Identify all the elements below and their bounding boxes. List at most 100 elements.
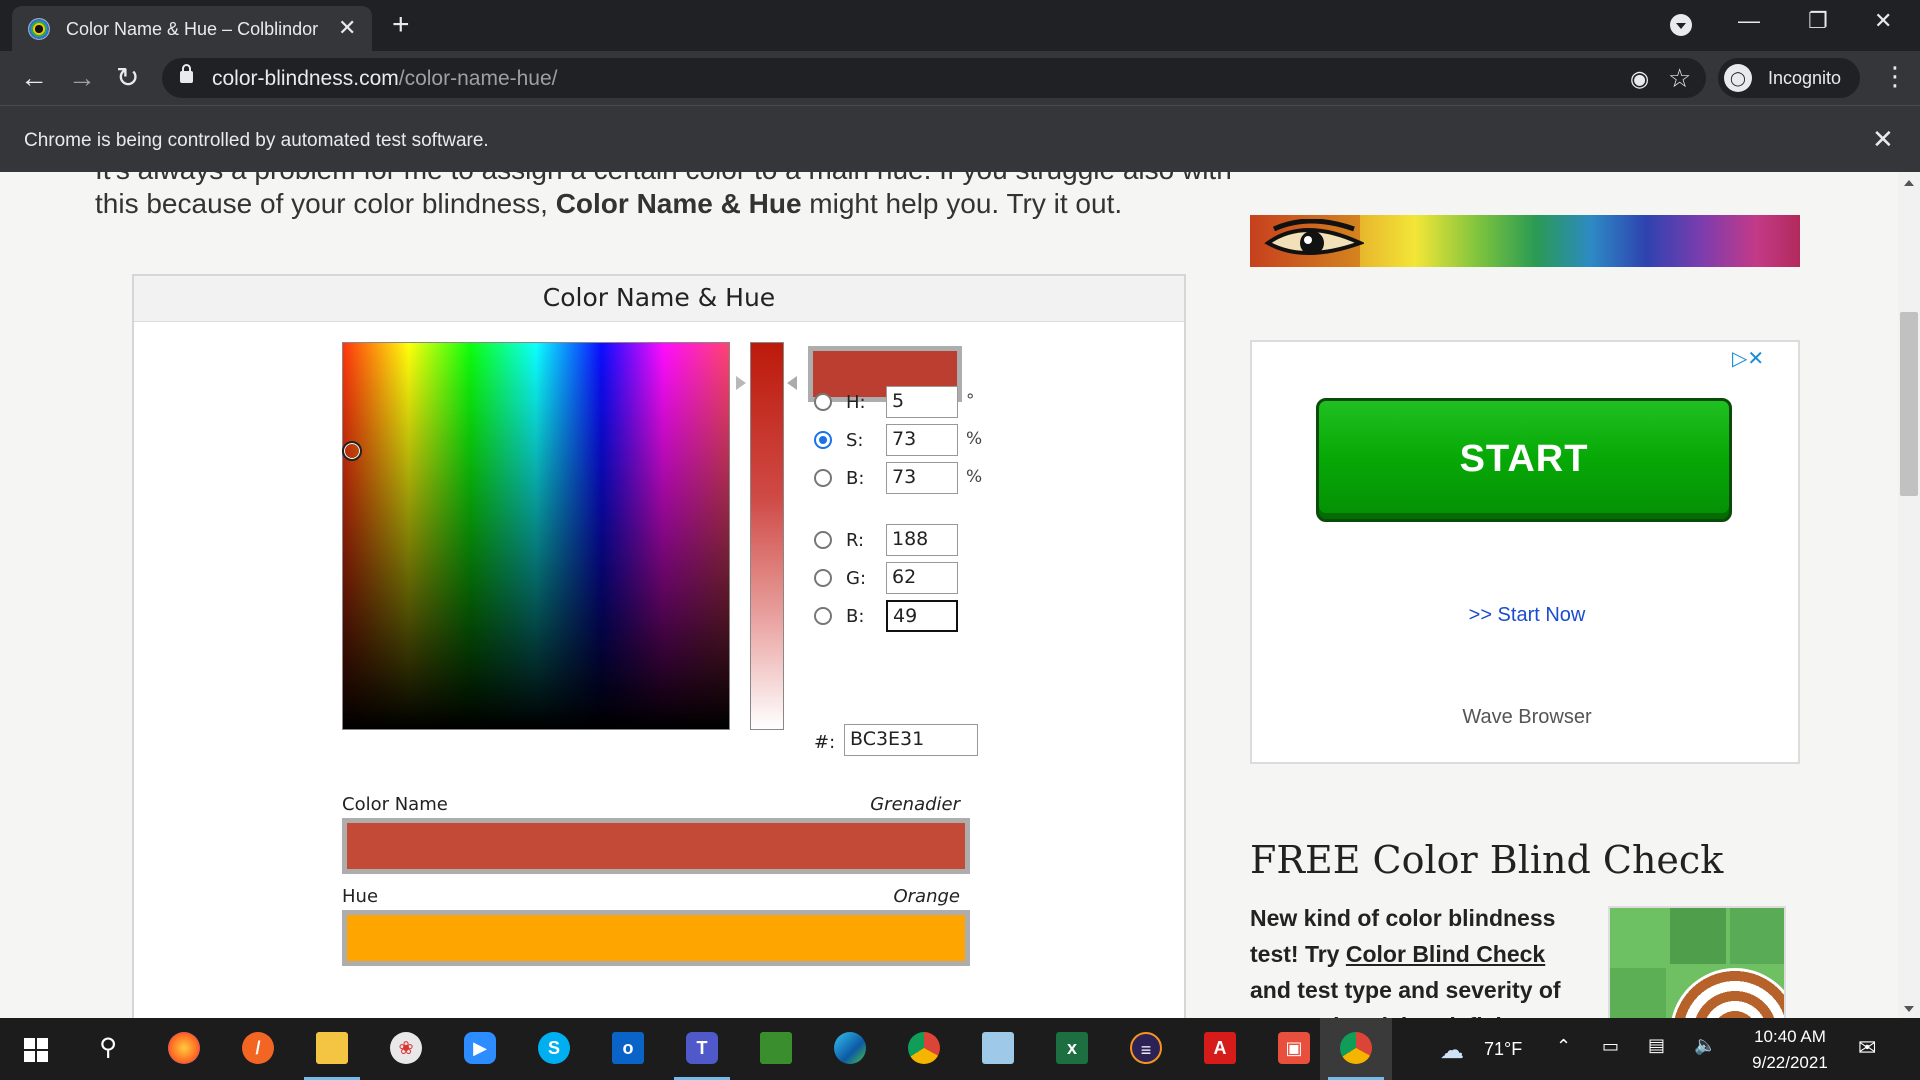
weather-temp[interactable]: 71°F: [1484, 1039, 1522, 1060]
g-input[interactable]: 62: [886, 562, 958, 594]
zoom-icon: ▶: [464, 1032, 496, 1064]
page-scrollbar[interactable]: [1898, 172, 1920, 1018]
free-check-text: New kind of color blindness test! Try Co…: [1250, 905, 1561, 1018]
taskbar-edge[interactable]: [814, 1018, 886, 1080]
outlook-icon: o: [612, 1032, 644, 1064]
adchoices-icon[interactable]: ▷✕: [1732, 346, 1764, 371]
eye-off-icon[interactable]: ◉: [1630, 66, 1649, 92]
taskbar-skype[interactable]: S: [518, 1018, 590, 1080]
hex-label: #:: [814, 732, 836, 753]
restore-icon[interactable]: ❐: [1808, 8, 1828, 34]
color-blind-check-image[interactable]: [1608, 906, 1786, 1018]
taskbar-paint[interactable]: ❀: [370, 1018, 442, 1080]
automation-infobar: Chrome is being controlled by automated …: [0, 105, 1920, 172]
acrobat-icon: A: [1204, 1032, 1236, 1064]
picker-marker[interactable]: [342, 441, 362, 461]
slider-arrow-right-icon[interactable]: [787, 376, 797, 390]
tab-title: Color Name & Hue – Colblindor: [66, 19, 319, 39]
hex-input[interactable]: BC3E31: [844, 724, 978, 756]
color-name-hue-widget: Color Name & Hue H: 5 ° S: 73 % B: 73 %: [132, 274, 1186, 1018]
back-icon[interactable]: ←: [20, 63, 48, 93]
taskbar-notes[interactable]: [962, 1018, 1034, 1080]
scroll-down-icon[interactable]: [1904, 1006, 1914, 1012]
taskbar-image-app[interactable]: [740, 1018, 812, 1080]
taskbar-app-orange[interactable]: /: [222, 1018, 294, 1080]
ad-start-button[interactable]: START: [1316, 398, 1732, 522]
h-input[interactable]: 5: [886, 386, 958, 418]
tab-close-icon[interactable]: ✕: [338, 16, 356, 40]
incognito-badge[interactable]: ◯ Incognito: [1718, 58, 1860, 98]
b-input[interactable]: 73: [886, 462, 958, 494]
radio-g[interactable]: [814, 569, 832, 587]
clock-date[interactable]: 9/22/2021: [1738, 1053, 1842, 1073]
saturation-brightness-picker[interactable]: [342, 342, 730, 730]
color-blind-check-link[interactable]: Color Blind Check: [1346, 941, 1545, 967]
tab-strip: Color Name & Hue – Colblindor ✕ + — ❐ ✕: [0, 0, 1920, 51]
folder-icon: [316, 1032, 348, 1064]
new-tab-button[interactable]: +: [392, 10, 410, 40]
taskbar-file-explorer[interactable]: [296, 1018, 368, 1080]
widget-title: Color Name & Hue: [134, 276, 1184, 322]
volume-icon[interactable]: 🔈: [1694, 1035, 1716, 1056]
taskbar-acrobat[interactable]: A: [1184, 1018, 1256, 1080]
pen-app-icon: /: [242, 1032, 274, 1064]
minimize-icon[interactable]: —: [1738, 8, 1760, 34]
s-input[interactable]: 73: [886, 424, 958, 456]
forward-icon[interactable]: →: [68, 63, 96, 93]
page-content: It's always a problem for me to assign a…: [0, 172, 1898, 1018]
browser-tab[interactable]: Color Name & Hue – Colblindor ✕: [12, 6, 372, 51]
search-icon: ⚲: [99, 1034, 117, 1061]
saturation-slider[interactable]: [750, 342, 784, 730]
taskbar-chrome-active[interactable]: [1320, 1018, 1392, 1080]
scroll-up-icon[interactable]: [1904, 180, 1914, 186]
lock-icon: [180, 64, 193, 83]
hue-value: Orange: [893, 886, 960, 907]
radio-s[interactable]: [814, 431, 832, 449]
taskbar-chrome[interactable]: [888, 1018, 960, 1080]
clock-time[interactable]: 10:40 AM: [1748, 1027, 1832, 1047]
tray-expand-icon[interactable]: ⌃: [1556, 1036, 1571, 1057]
tab-search-icon[interactable]: [1670, 14, 1692, 36]
field-label: H:: [846, 392, 866, 413]
infobar-close-icon[interactable]: ✕: [1872, 124, 1894, 155]
taskbar-eclipse[interactable]: ≡: [1110, 1018, 1182, 1080]
firefox-icon: [168, 1032, 200, 1064]
taskbar-teams[interactable]: T: [666, 1018, 738, 1080]
window-close-icon[interactable]: ✕: [1874, 8, 1892, 34]
url-text[interactable]: color-blindness.com/color-name-hue/: [212, 67, 558, 91]
battery-icon[interactable]: ▭: [1602, 1036, 1619, 1057]
field-label: B:: [846, 606, 865, 627]
field-unit: %: [966, 429, 983, 449]
radio-r[interactable]: [814, 531, 832, 549]
menu-icon[interactable]: ⋮: [1882, 63, 1908, 89]
teams-icon: T: [686, 1032, 718, 1064]
taskbar-firefox[interactable]: [148, 1018, 220, 1080]
weather-icon[interactable]: ☁: [1440, 1036, 1464, 1065]
intro-text: this because of your color blindness, Co…: [95, 188, 1123, 219]
radio-b[interactable]: [814, 469, 832, 487]
taskbar-excel[interactable]: x: [1036, 1018, 1108, 1080]
image-icon: [760, 1032, 792, 1064]
taskbar-search[interactable]: ⚲: [72, 1018, 144, 1080]
paint-icon: ❀: [390, 1032, 422, 1064]
slider-arrow-left-icon[interactable]: [736, 376, 746, 390]
scroll-thumb[interactable]: [1900, 312, 1918, 496]
bookmark-star-icon[interactable]: ☆: [1668, 63, 1691, 94]
eye-icon: [1264, 219, 1364, 255]
taskbar-outlook[interactable]: o: [592, 1018, 664, 1080]
eye-banner[interactable]: [1250, 215, 1800, 267]
field-unit: °: [966, 391, 975, 411]
r-input[interactable]: 188: [886, 524, 958, 556]
blue-input[interactable]: 49: [886, 600, 958, 632]
network-icon[interactable]: ▤: [1648, 1035, 1665, 1056]
radio-blue[interactable]: [814, 607, 832, 625]
taskbar-zoom[interactable]: ▶: [444, 1018, 516, 1080]
start-button[interactable]: [0, 1018, 72, 1080]
ad-start-link[interactable]: >> Start Now: [1252, 604, 1802, 627]
notifications-icon[interactable]: ✉: [1858, 1035, 1876, 1061]
ad-brand[interactable]: Wave Browser: [1252, 706, 1802, 729]
address-bar[interactable]: color-blindness.com/color-name-hue/ ◉ ☆: [162, 58, 1706, 98]
radio-h[interactable]: [814, 393, 832, 411]
field-label: R:: [846, 530, 865, 551]
reload-icon[interactable]: ↻: [116, 63, 139, 93]
